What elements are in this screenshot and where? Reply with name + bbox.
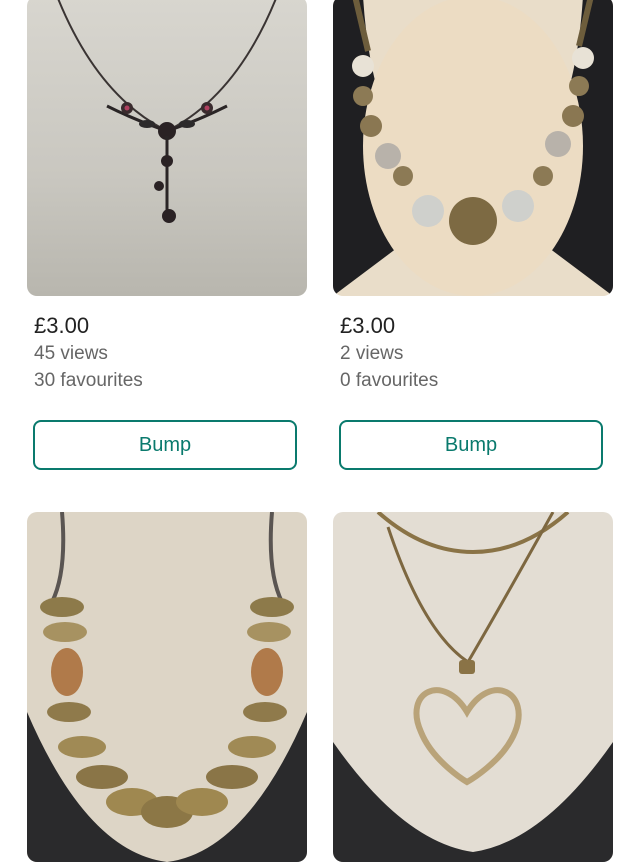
- view-count: 2 views: [340, 343, 404, 364]
- listing-card[interactable]: [333, 512, 613, 862]
- product-photo[interactable]: [333, 512, 613, 862]
- price: £3.00: [34, 313, 90, 338]
- favourite-count: 0 favourites: [340, 370, 439, 391]
- listing-card[interactable]: [27, 512, 307, 862]
- necklace-image: [333, 512, 613, 862]
- listing-card[interactable]: £3.00 45 views 30 favourites Bump: [27, 0, 307, 470]
- product-photo[interactable]: [27, 0, 307, 296]
- listing-card[interactable]: £3.00 2 views 0 favourites Bump: [333, 0, 613, 470]
- bump-button[interactable]: Bump: [339, 420, 603, 470]
- necklace-image: [333, 0, 613, 296]
- product-photo[interactable]: [333, 0, 613, 296]
- product-photo[interactable]: [27, 512, 307, 862]
- necklace-image: [27, 512, 307, 862]
- favourite-count: 30 favourites: [34, 370, 143, 391]
- price: £3.00: [340, 313, 396, 338]
- view-count: 45 views: [34, 343, 108, 364]
- bump-button[interactable]: Bump: [33, 420, 297, 470]
- necklace-image: [27, 0, 307, 296]
